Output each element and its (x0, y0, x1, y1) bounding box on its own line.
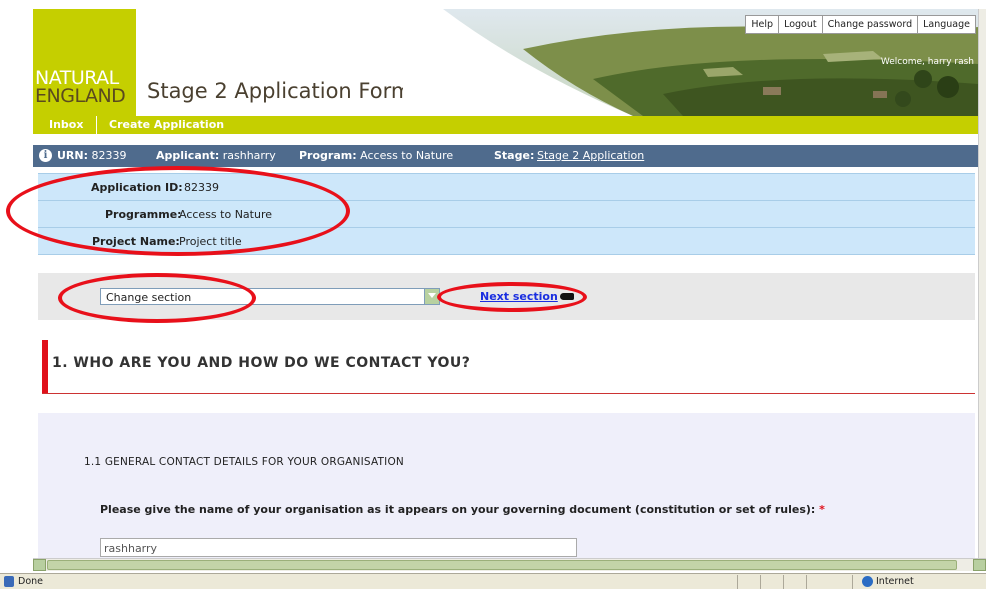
vertical-scrollbar[interactable] (978, 9, 986, 558)
urn-label: URN: (57, 149, 89, 162)
applicant-label: Applicant: (156, 149, 220, 162)
stage-label: Stage: (494, 149, 535, 162)
section-accent-bar (42, 340, 48, 393)
menu-item-inbox[interactable]: Inbox (49, 118, 83, 131)
status-divider (852, 575, 853, 589)
help-link[interactable]: Help (746, 16, 778, 33)
globe-icon (862, 576, 873, 587)
logout-link[interactable]: Logout (778, 16, 822, 33)
status-divider (760, 575, 761, 589)
organisation-name-value: rashharry (104, 542, 158, 555)
applicant-field: Applicant: rashharry (156, 149, 276, 162)
annotation-ellipse-next (437, 282, 587, 312)
welcome-text: Welcome, harry rash (880, 57, 974, 67)
page-title: Stage 2 Application Form (147, 79, 412, 103)
stage-link[interactable]: Stage 2 Application (537, 149, 644, 162)
logo-text: NATURAL ENGLAND (35, 69, 126, 107)
contact-details-form: 1.1 GENERAL CONTACT DETAILS FOR YOUR ORG… (38, 413, 975, 558)
logo-line-2: ENGLAND (35, 85, 126, 107)
organisation-name-input[interactable]: rashharry (100, 538, 577, 557)
applicant-value: rashharry (222, 149, 276, 162)
required-marker: * (819, 503, 825, 516)
question-text: Please give the name of your organisatio… (100, 503, 816, 516)
natural-england-logo[interactable]: NATURAL ENGLAND (33, 9, 136, 116)
scroll-left-button[interactable] (33, 559, 46, 571)
left-margin (0, 0, 33, 573)
urn-field: URN: 82339 (57, 149, 127, 162)
page-icon (4, 576, 14, 587)
info-icon: i (39, 149, 52, 162)
section-divider (42, 393, 975, 394)
application-info-bar: i URN: 82339 Applicant: rashharry Progra… (33, 145, 978, 167)
scroll-thumb[interactable] (47, 560, 957, 570)
subsection-heading: 1.1 GENERAL CONTACT DETAILS FOR YOUR ORG… (84, 456, 404, 468)
program-field: Program: Access to Nature (299, 149, 453, 162)
program-value: Access to Nature (360, 149, 454, 162)
menu-divider (96, 116, 97, 134)
language-link[interactable]: Language (917, 16, 975, 33)
status-text: Done (18, 576, 43, 587)
organisation-name-question: Please give the name of your organisatio… (100, 503, 825, 516)
menu-item-create-application[interactable]: Create Application (109, 118, 224, 131)
site-header: NATURAL ENGLAND Stage 2 Application Form (33, 9, 978, 116)
status-divider (783, 575, 784, 589)
stage-field: Stage: (494, 149, 534, 162)
change-password-link[interactable]: Change password (821, 16, 918, 33)
status-divider (806, 575, 807, 589)
security-zone: Internet (876, 576, 914, 587)
scroll-right-button[interactable] (973, 559, 986, 571)
urn-value: 82339 (91, 149, 127, 162)
status-divider (737, 575, 738, 589)
annotation-ellipse-select (58, 273, 256, 323)
horizontal-scrollbar[interactable] (33, 558, 986, 571)
section-title: 1. WHO ARE YOU AND HOW DO WE CONTACT YOU… (52, 355, 471, 371)
browser-status-bar: Done Internet (0, 573, 986, 589)
annotation-ellipse-details (6, 166, 350, 256)
main-menu: Inbox Create Application (33, 116, 978, 134)
browser-window: NATURAL ENGLAND Stage 2 Application Form (0, 0, 986, 589)
top-navigation: Help Logout Change password Language (745, 15, 976, 34)
program-label: Program: (299, 149, 357, 162)
